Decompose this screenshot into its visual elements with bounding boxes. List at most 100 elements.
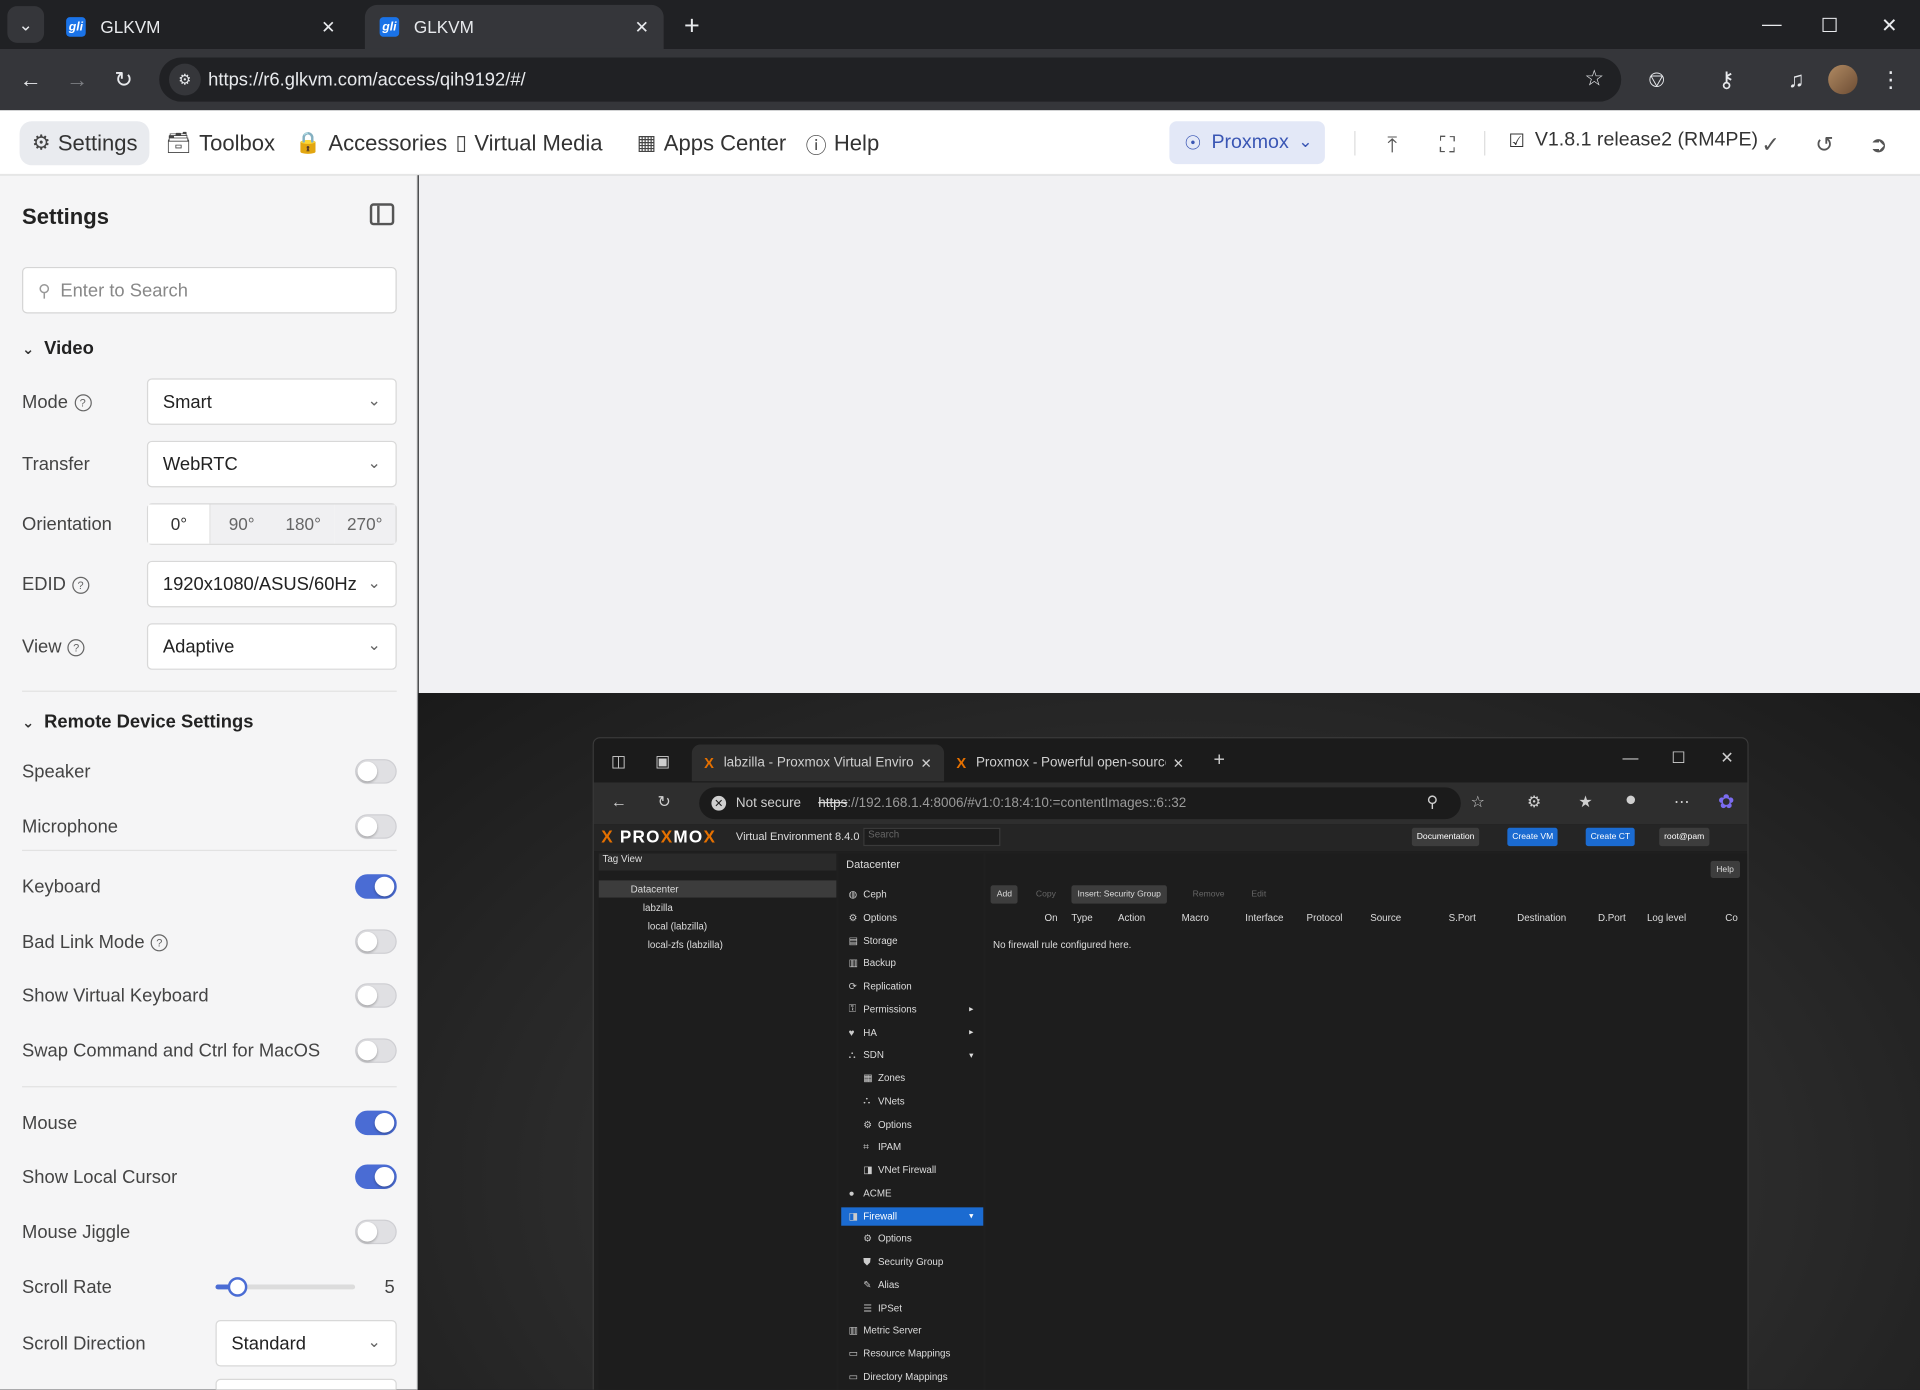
history-icon[interactable]: ↺ bbox=[1810, 130, 1839, 159]
keyboard-toggle[interactable] bbox=[355, 874, 397, 899]
pve-menu-arrow-icon: ▸ bbox=[969, 1005, 974, 1015]
pve-documentation-button: Documentation bbox=[1411, 827, 1480, 847]
nav-settings[interactable]: ⚙ Settings bbox=[19, 121, 150, 166]
device-selector[interactable]: ☉ Proxmox ⌄ bbox=[1169, 121, 1325, 165]
help-question-icon[interactable]: ? bbox=[74, 393, 92, 411]
section-video-header[interactable]: ⌄ Video bbox=[22, 338, 94, 359]
nav-accessories[interactable]: 🔒 Accessories bbox=[283, 121, 460, 165]
shield-check-icon[interactable]: ✓ bbox=[1756, 130, 1785, 159]
pve-menu-item-label: HA bbox=[863, 1026, 877, 1038]
scroll-direction-select[interactable]: Standard ⌄ bbox=[215, 1320, 397, 1367]
pve-menu-item: ◍ Ceph bbox=[841, 885, 983, 903]
orientation-90[interactable]: 90° bbox=[210, 504, 273, 544]
scroll-rate-handle[interactable] bbox=[228, 1277, 248, 1297]
minimize-icon[interactable]: — bbox=[1756, 10, 1788, 42]
version-label: V1.8.1 release2 (RM4PE) bbox=[1534, 129, 1759, 151]
pve-menu-item-icon: ✎ bbox=[863, 1279, 872, 1291]
pve-column-header: Log level bbox=[1646, 912, 1687, 924]
glkvm-header: ⚙ Settings 🗃 Toolbox 🔒 Accessories ▯ Vir… bbox=[0, 110, 1920, 176]
site-info-icon[interactable]: ⚙ bbox=[168, 63, 201, 96]
section-remote-header[interactable]: ⌄ Remote Device Settings bbox=[22, 711, 253, 732]
new-tab-plus-icon[interactable]: + bbox=[676, 10, 708, 42]
orientation-0[interactable]: 0° bbox=[148, 504, 211, 544]
mouse-toggle[interactable] bbox=[355, 1110, 397, 1136]
remote-video-stream[interactable]: ◫ ▣ X labzilla - Proxmox Virtual Environ… bbox=[418, 693, 1920, 1390]
pve-toolbar-button: Edit bbox=[1251, 890, 1267, 899]
swap-cmd-toggle[interactable] bbox=[355, 1038, 397, 1063]
nav-apps-center[interactable]: ▦ Apps Center bbox=[624, 121, 798, 165]
upload-icon[interactable]: ⤒ bbox=[1378, 130, 1407, 159]
address-bar[interactable]: ⚙ https://r6.glkvm.com/access/qih9192/#/… bbox=[159, 57, 1622, 102]
logout-icon[interactable]: ➲ bbox=[1864, 130, 1893, 159]
mouse-label: Mouse bbox=[22, 1113, 78, 1134]
speaker-toggle[interactable] bbox=[355, 759, 397, 784]
search-input[interactable] bbox=[60, 279, 367, 301]
jiggle-toggle[interactable] bbox=[355, 1219, 397, 1245]
mode-value: Smart bbox=[162, 391, 212, 413]
settings-sidebar: Settings ⚲ ⌄ Video Mode ? Smart ⌄ Transf… bbox=[0, 175, 418, 1390]
remote-tab-sidebar-icon: ▣ bbox=[655, 751, 671, 771]
pve-menu-item: ◨ Firewall ▾ bbox=[841, 1206, 984, 1226]
profile-avatar[interactable] bbox=[1828, 64, 1858, 95]
pve-menu-item-icon: ⛬ bbox=[848, 1049, 856, 1061]
microphone-toggle[interactable] bbox=[355, 814, 397, 839]
nav-virtual-media[interactable]: ▯ Virtual Media bbox=[443, 121, 615, 165]
tab-search-chevron-icon[interactable]: ⌄ bbox=[7, 6, 45, 43]
forward-arrow-icon[interactable]: → bbox=[61, 64, 93, 96]
nav-toolbox[interactable]: 🗃 Toolbox bbox=[153, 121, 287, 165]
collapse-sidebar-icon[interactable] bbox=[369, 203, 395, 226]
orientation-270[interactable]: 270° bbox=[333, 504, 396, 544]
back-arrow-icon[interactable]: ← bbox=[15, 64, 47, 96]
remote-extensions-icon: ⚙ bbox=[1526, 792, 1542, 811]
extensions-puzzle-icon[interactable]: ⎊ bbox=[1641, 64, 1673, 96]
logo-x2: X bbox=[660, 826, 674, 847]
orientation-180[interactable]: 180° bbox=[272, 504, 334, 544]
settings-search[interactable]: ⚲ bbox=[22, 266, 397, 314]
media-control-icon[interactable]: ♫ bbox=[1780, 64, 1812, 96]
virtual-keyboard-label: Show Virtual Keyboard bbox=[22, 985, 209, 1007]
pve-toolbar-button: Insert: Security Group bbox=[1071, 885, 1168, 904]
edid-select[interactable]: 1920x1080/ASUS/60Hz ⌄ bbox=[146, 560, 397, 608]
scroll-rate-slider[interactable] bbox=[215, 1277, 356, 1297]
section-remote-label: Remote Device Settings bbox=[44, 711, 254, 733]
tree-storage: local (labzilla) bbox=[647, 920, 708, 932]
pve-menu-item-icon: ▦ bbox=[863, 1072, 873, 1084]
local-cursor-toggle[interactable] bbox=[355, 1164, 397, 1189]
next-select-partial[interactable] bbox=[215, 1378, 397, 1390]
help-question-icon[interactable]: ? bbox=[67, 638, 85, 656]
pve-create-ct-button: Create CT bbox=[1585, 827, 1636, 847]
pve-column-header: D.Port bbox=[1597, 912, 1626, 924]
tab-close-icon[interactable]: ✕ bbox=[635, 17, 649, 38]
mode-select[interactable]: Smart ⌄ bbox=[146, 378, 397, 425]
chevron-down-icon: ⌄ bbox=[367, 1332, 381, 1351]
close-window-icon[interactable]: ✕ bbox=[1873, 10, 1905, 42]
tree-header: Tag View bbox=[598, 853, 837, 871]
sidebar-title: Settings bbox=[22, 204, 109, 229]
fullscreen-icon[interactable]: ⛶ bbox=[1433, 130, 1462, 159]
header-divider bbox=[1484, 131, 1486, 156]
help-question-icon[interactable]: ? bbox=[72, 576, 90, 594]
tab-close-icon[interactable]: ✕ bbox=[321, 17, 335, 38]
view-select[interactable]: Adaptive ⌄ bbox=[146, 623, 397, 670]
password-key-icon[interactable]: ⚷ bbox=[1711, 64, 1743, 96]
not-secure-label: Not secure bbox=[735, 795, 802, 811]
browser-tab-2[interactable]: gli GLKVM ✕ bbox=[364, 4, 664, 49]
pve-menu-item: ▥ Metric Server bbox=[841, 1322, 983, 1340]
virtual-keyboard-toggle[interactable] bbox=[355, 983, 397, 1008]
edid-label-text: EDID bbox=[22, 574, 66, 596]
remote-browser-window: ◫ ▣ X labzilla - Proxmox Virtual Environ… bbox=[592, 737, 1749, 1390]
firmware-version[interactable]: ☑ V1.8.1 release2 (RM4PE) bbox=[1509, 130, 1759, 152]
reload-icon[interactable]: ↻ bbox=[108, 64, 140, 96]
transfer-select[interactable]: WebRTC ⌄ bbox=[146, 440, 397, 488]
bad-link-toggle[interactable] bbox=[355, 929, 397, 954]
bad-link-label-text: Bad Link Mode bbox=[22, 931, 145, 953]
maximize-icon[interactable]: ☐ bbox=[1813, 10, 1845, 42]
remote-addressbar: ← ↻ ✕ Not secure https://192.168.1.4:800… bbox=[593, 782, 1748, 825]
nav-help[interactable]: ⓘ Help bbox=[793, 121, 891, 165]
pve-menu-item-icon: ▭ bbox=[848, 1348, 858, 1360]
pve-menu-item-icon: ▤ bbox=[848, 934, 858, 946]
bookmark-star-icon[interactable]: ☆ bbox=[1584, 66, 1604, 92]
help-question-icon[interactable]: ? bbox=[150, 933, 168, 951]
browser-tab-1[interactable]: gli GLKVM ✕ bbox=[51, 5, 350, 49]
browser-menu-kebab-icon[interactable]: ⋮ bbox=[1875, 64, 1907, 96]
